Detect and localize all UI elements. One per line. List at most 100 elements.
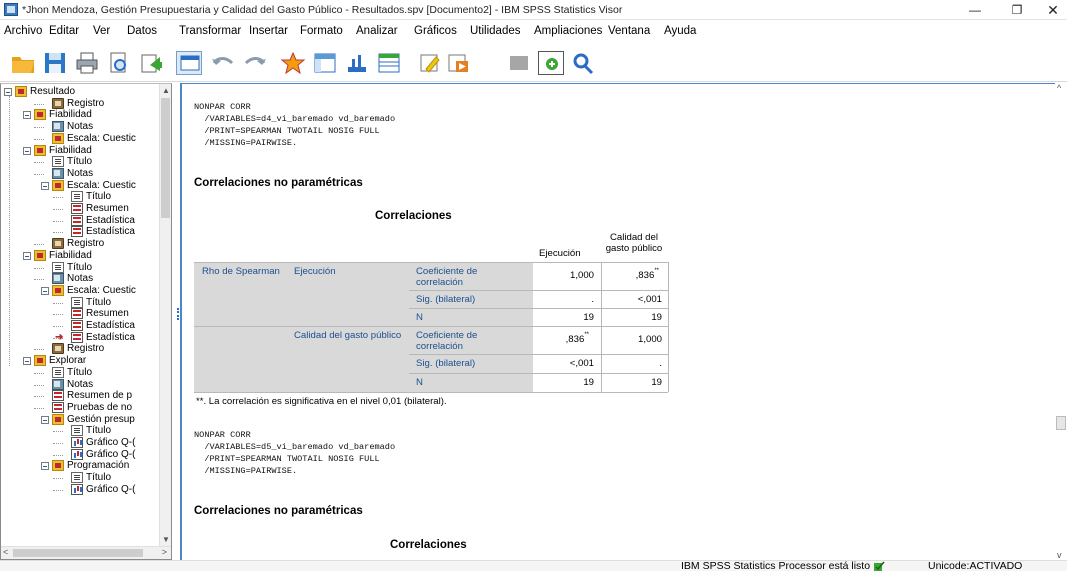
collapse-toggle-icon[interactable] [41,181,49,190]
section-heading[interactable]: Correlaciones no paramétricas [194,505,363,517]
menu-archivo[interactable]: Archivo [4,25,42,37]
tree-item[interactable]: Resumen [1,308,159,320]
tree-item[interactable]: Notas [1,167,159,180]
tree-item[interactable]: Gráfico Q-( [1,437,159,449]
tree-item[interactable]: Registro [1,238,159,250]
scroll-down-icon[interactable]: ▼ [162,535,170,544]
tree-item[interactable]: Fiabilidad [1,109,159,121]
outline-horizontal-scrollbar[interactable]: < > [1,546,171,559]
tree-item[interactable]: Título [1,296,159,309]
collapse-toggle-icon[interactable] [41,415,49,424]
tree-item[interactable]: Programación [1,460,159,472]
menu-transformar[interactable]: Transformar [179,25,241,37]
scroll-up-icon[interactable]: ^ [1057,83,1061,93]
tree-item[interactable]: ➜ Estadística [1,331,159,344]
menu-editar[interactable]: Editar [49,25,79,37]
tree-item[interactable]: Fiabilidad [1,144,159,157]
tree-item[interactable]: Fiabilidad [1,249,159,262]
tree-item[interactable]: Título [1,425,159,437]
tree-item[interactable]: Título [1,261,159,274]
close-button[interactable]: ✕ [1033,0,1067,20]
collapse-toggle-icon[interactable] [23,251,31,260]
tree-item[interactable]: Escala: Cuestic [1,132,159,145]
pane-splitter[interactable] [173,83,179,560]
open-icon[interactable] [10,51,36,75]
menu-analizar[interactable]: Analizar [356,25,398,37]
variables-icon[interactable] [344,51,370,75]
undo-icon[interactable] [210,51,236,75]
goto-case-icon[interactable] [280,51,306,75]
insert-output-icon[interactable] [376,51,402,75]
find-icon[interactable] [570,51,596,75]
syntax-block[interactable]: NONPAR CORR /VARIABLES=d5_vi_baremado vd… [194,429,395,477]
collapse-toggle-icon[interactable] [41,462,49,471]
scroll-left-icon[interactable]: < [3,547,8,557]
menu-datos[interactable]: Datos [127,25,157,37]
print-preview-icon[interactable] [106,51,132,75]
collapse-toggle-icon[interactable] [23,146,31,155]
minimize-button[interactable]: — [955,0,995,20]
scroll-up-icon[interactable]: ▲ [162,86,170,95]
collapse-toggle-icon[interactable] [23,111,31,120]
maximize-button[interactable]: ❐ [997,0,1037,20]
tree-item[interactable]: Título [1,366,159,379]
recall-dialog-icon[interactable] [176,51,202,75]
output-content-pane[interactable]: NONPAR CORR /VARIABLES=d4_vi_baremado vd… [180,83,1055,560]
menu-ayuda[interactable]: Ayuda [664,25,696,37]
tree-item[interactable]: Gráfico Q-( [1,448,159,461]
section-heading[interactable]: Correlaciones no paramétricas [194,177,363,189]
print-icon[interactable] [74,51,100,75]
correlations-table[interactable]: Ejecución Calidad del gasto público Rho … [194,224,669,393]
tree-item[interactable]: Gráfico Q-( [1,483,159,496]
collapse-toggle-icon[interactable] [41,286,49,295]
tree-item[interactable]: Explorar [1,355,159,367]
designate-window-icon[interactable] [418,51,444,75]
table-title[interactable]: Correlaciones [390,539,467,551]
table-title[interactable]: Correlaciones [375,210,452,222]
save-icon[interactable] [42,51,68,75]
menu-ver[interactable]: Ver [93,25,110,37]
tree-item[interactable]: Título [1,472,159,484]
tree-item[interactable]: Registro [1,97,159,110]
pivot-icon[interactable] [506,51,532,75]
outline-vertical-scrollbar[interactable]: ▲ ▼ [159,84,171,546]
scroll-down-icon[interactable]: v [1057,550,1062,560]
tree-item[interactable]: Resultado [1,86,159,98]
scroll-thumb[interactable] [13,549,143,557]
tree-item[interactable]: Resumen de p [1,390,159,402]
export-icon[interactable] [138,51,164,75]
splitter-grip-icon[interactable] [177,308,179,320]
output-vertical-scrollbar[interactable]: ^ v [1055,83,1067,560]
goto-variable-icon[interactable] [312,51,338,75]
tree-item[interactable]: Título [1,156,159,168]
tree-item[interactable]: Notas [1,378,159,391]
tree-item[interactable]: Notas [1,273,159,285]
collapse-toggle-icon[interactable] [23,357,31,366]
menu-graficos[interactable]: Gráficos [414,25,457,37]
redo-icon[interactable] [242,51,268,75]
tree-item[interactable]: Título [1,191,159,203]
menu-utilidades[interactable]: Utilidades [470,25,521,37]
tree-item[interactable]: Pruebas de no [1,401,159,414]
menu-ampliaciones[interactable]: Ampliaciones [534,25,602,37]
tree-item[interactable]: Estadística [1,226,159,238]
tree-item[interactable]: Gestión presup [1,413,159,426]
tree-item[interactable]: Registro [1,343,159,355]
menu-ventana[interactable]: Ventana [608,25,650,37]
scroll-right-icon[interactable]: > [162,547,167,557]
tree-item[interactable]: Resumen [1,203,159,215]
tree-item[interactable]: Estadística [1,320,159,332]
tree-item[interactable]: Estadística [1,214,159,227]
collapse-toggle-icon[interactable] [4,88,12,96]
syntax-block[interactable]: NONPAR CORR /VARIABLES=d4_vi_baremado vd… [194,101,395,149]
scroll-thumb[interactable] [161,98,170,218]
tree-item[interactable]: Escala: Cuestic [1,284,159,297]
menu-insertar[interactable]: Insertar [249,25,288,37]
run-icon[interactable] [446,51,472,75]
tree-item[interactable]: Notas [1,121,159,133]
scroll-thumb[interactable] [1056,416,1066,430]
tree-item[interactable]: Escala: Cuestic [1,179,159,192]
menu-formato[interactable]: Formato [300,25,343,37]
add-icon[interactable] [538,51,564,75]
outline-pane[interactable]: Resultado Registro Fiabilidad Notas Escala: … [0,83,172,560]
